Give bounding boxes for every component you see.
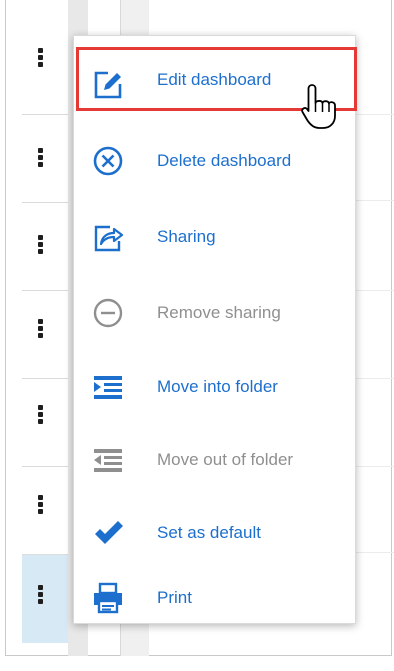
printer-icon: [94, 582, 122, 614]
kebab-menu-icon[interactable]: [38, 48, 44, 69]
remove-circle-icon: [93, 298, 123, 328]
delete-circle-icon: [93, 146, 123, 176]
menu-item-label: Sharing: [157, 227, 216, 246]
outdent-icon: [94, 449, 122, 472]
kebab-menu-icon[interactable]: [38, 585, 44, 606]
row-actions-column: [22, 0, 68, 656]
share-icon: [94, 225, 124, 252]
menu-item-sharing[interactable]: Sharing: [74, 201, 355, 273]
menu-item-label: Move into folder: [157, 377, 278, 396]
table-row: [22, 467, 68, 555]
kebab-menu-icon[interactable]: [38, 495, 44, 516]
menu-item-print[interactable]: Print: [74, 562, 355, 634]
menu-item-label: Remove sharing: [157, 303, 281, 322]
table-row: [22, 379, 68, 467]
table-row: [22, 0, 68, 115]
kebab-menu-icon[interactable]: [38, 148, 44, 169]
table-row: [22, 115, 68, 203]
menu-item-move-out-of-folder: Move out of folder: [74, 424, 355, 496]
menu-item-label: Move out of folder: [157, 450, 294, 469]
kebab-menu-icon[interactable]: [38, 235, 44, 256]
table-row: [22, 203, 68, 291]
hand-pointer-icon: [301, 84, 336, 129]
kebab-menu-icon[interactable]: [38, 319, 44, 340]
menu-item-remove-sharing: Remove sharing: [74, 277, 355, 349]
menu-item-label: Delete dashboard: [157, 151, 292, 170]
table-row: [22, 291, 68, 379]
menu-item-label: Set as default: [157, 523, 261, 542]
table-row-selected: [22, 555, 68, 643]
menu-item-label: Print: [157, 588, 192, 607]
checkmark-icon: [95, 521, 123, 544]
menu-item-delete-dashboard[interactable]: Delete dashboard: [74, 125, 355, 197]
menu-item-set-as-default[interactable]: Set as default: [74, 497, 355, 569]
kebab-menu-icon[interactable]: [38, 405, 44, 426]
menu-item-move-into-folder[interactable]: Move into folder: [74, 351, 355, 423]
indent-icon: [94, 376, 122, 399]
